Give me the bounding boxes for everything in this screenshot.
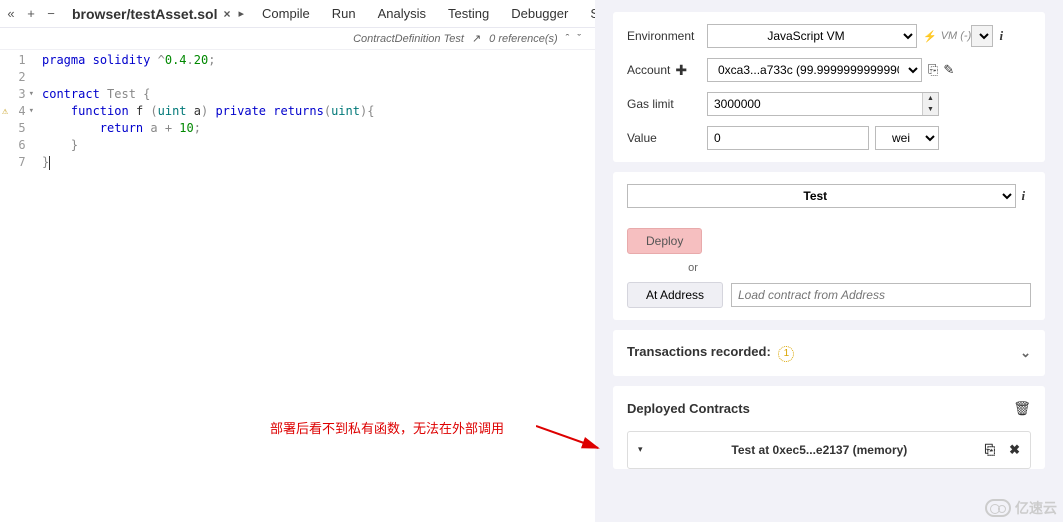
transactions-box[interactable]: Transactions recorded: 1 ⌄ — [613, 330, 1045, 376]
account-label: Account — [627, 63, 670, 77]
minus-icon[interactable]: − — [44, 7, 58, 21]
edit-icon[interactable]: ✎ — [943, 62, 954, 78]
at-address-button[interactable]: At Address — [627, 282, 723, 308]
tx-label: Transactions recorded: — [627, 344, 771, 359]
env-label: Environment — [627, 29, 707, 43]
references-count: 0 reference(s) — [489, 33, 557, 45]
code-content[interactable]: pragma solidity ^0.4.20;contract Test { … — [42, 52, 595, 171]
deployed-label: Deployed Contracts — [627, 401, 750, 416]
annotation-arrow — [536, 412, 606, 458]
vm-hint: VM (-) — [941, 30, 972, 42]
unit-select[interactable]: wei — [875, 126, 939, 150]
chevron-down-icon[interactable]: ˇ — [577, 33, 581, 45]
add-account-icon[interactable]: ✚ — [675, 62, 687, 79]
tab-run[interactable]: Run — [328, 0, 360, 27]
value-label: Value — [627, 131, 707, 145]
gas-spinner[interactable]: ▲▼ — [922, 93, 938, 115]
tab-debugger[interactable]: Debugger — [507, 0, 572, 27]
line-gutter: 1 2 3▾⚠4▾5 6 7 — [0, 52, 42, 171]
watermark: 亿速云 — [985, 498, 1057, 518]
share-icon[interactable]: ↗ — [472, 32, 481, 45]
deployed-contract-name: Test at 0xec5...e2137 (memory) — [654, 443, 985, 457]
watermark-logo-icon — [985, 499, 1011, 517]
expand-icon[interactable]: ▾ — [638, 444, 654, 455]
trash-icon[interactable]: 🗑 — [1013, 400, 1031, 417]
env-box: Environment JavaScript VM ⚡ VM (-) i Acc… — [613, 12, 1045, 162]
run-panel: Environment JavaScript VM ⚡ VM (-) i Acc… — [595, 0, 1063, 522]
chevron-down-icon[interactable]: ⌄ — [1020, 345, 1031, 361]
plug-icon: ⚡ — [923, 30, 937, 43]
deployed-contract-item: ▾ Test at 0xec5...e2137 (memory) ⎘ ✖ — [627, 431, 1031, 469]
tx-count-badge: 1 — [778, 346, 794, 362]
gas-limit-input[interactable] — [707, 92, 939, 116]
file-tab[interactable]: browser/testAsset.sol × — [64, 2, 239, 26]
tab-analysis[interactable]: Analysis — [374, 0, 430, 27]
copy-icon[interactable]: ⎘ — [928, 62, 938, 78]
plus-icon[interactable]: + — [24, 7, 38, 21]
deploy-box: Test i Deploy or At Address — [613, 172, 1045, 320]
tab-compile[interactable]: Compile — [258, 0, 314, 27]
contract-select[interactable]: Test — [627, 184, 1016, 208]
close-icon[interactable]: × — [224, 7, 231, 21]
account-select[interactable]: 0xca3...a733c (99.9999999999990 — [707, 58, 922, 82]
at-address-input[interactable] — [731, 283, 1031, 307]
or-label: or — [663, 262, 723, 274]
value-input[interactable] — [707, 126, 869, 150]
vm-mini-select[interactable] — [971, 25, 993, 47]
annotation-text: 部署后看不到私有函数，无法在外部调用 — [270, 418, 504, 437]
context-bar: ContractDefinition Test ↗ 0 reference(s)… — [0, 28, 595, 50]
info-icon[interactable]: i — [993, 28, 1009, 44]
tab-testing[interactable]: Testing — [444, 0, 493, 27]
environment-select[interactable]: JavaScript VM — [707, 24, 917, 48]
file-tab-title: browser/testAsset.sol — [72, 6, 218, 22]
breadcrumb: ContractDefinition Test — [353, 33, 464, 45]
chevron-left-icon[interactable]: « — [4, 7, 18, 21]
deployed-box: Deployed Contracts 🗑 ▾ Test at 0xec5...e… — [613, 386, 1045, 469]
gas-label: Gas limit — [627, 97, 707, 111]
info-icon[interactable]: i — [1016, 188, 1031, 204]
code-editor[interactable]: 1 2 3▾⚠4▾5 6 7 pragma solidity ^0.4.20;c… — [0, 50, 595, 171]
close-icon[interactable]: ✖ — [1009, 442, 1020, 458]
editor-area: ContractDefinition Test ↗ 0 reference(s)… — [0, 28, 595, 522]
copy-icon[interactable]: ⎘ — [985, 442, 995, 458]
chevron-right-icon[interactable]: ▸ — [239, 7, 245, 20]
chevron-up-icon[interactable]: ˆ — [566, 33, 570, 45]
deploy-button[interactable]: Deploy — [627, 228, 702, 254]
